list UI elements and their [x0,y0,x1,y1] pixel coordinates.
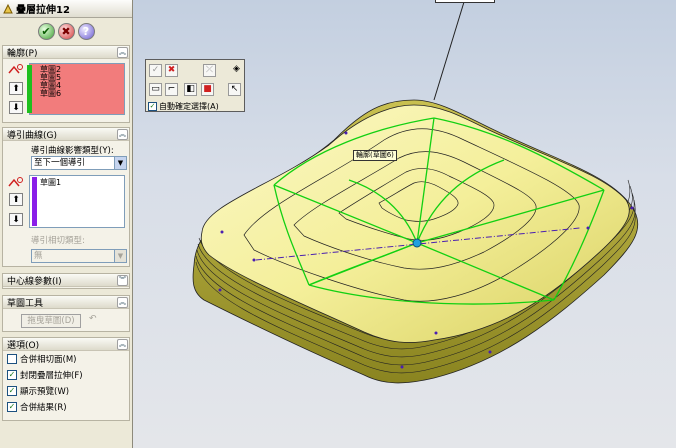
list-item[interactable]: 草圖6 [40,90,61,98]
guide-point[interactable] [412,238,422,248]
loft-feature-icon [3,3,13,13]
guides-header-label: 導引曲線(G) [7,130,57,141]
guide-curves-group-header[interactable]: 導引曲線(G) ︽ [3,128,129,141]
influence-type-label: 導引曲線影響類型(Y): [31,146,114,156]
leader-line [433,1,465,101]
cancel-button[interactable]: ✖ [57,22,75,40]
sketch-tools-header-label: 草圖工具 [7,298,44,309]
collapse-icon[interactable]: ︽ [117,46,128,58]
select-face-icon[interactable]: ■ [201,83,214,96]
move-down-button[interactable]: ⬇ [9,213,23,226]
tangency-type-value: 無 [34,251,43,261]
help-button[interactable]: ? [77,22,95,40]
move-down-button[interactable]: ⬇ [9,101,23,114]
options-group: 選項(O) ︽ 合併相切面(M) ✓ 封閉疊層拉伸(F) ✓ 顯示預覽(W) ✓… [2,337,130,421]
influence-type-value: 至下一個導引 [34,158,86,168]
profile-select-icon [8,64,23,74]
undo-icon[interactable]: ↶ [89,314,97,324]
property-manager: 疊層拉伸12 ✔ ✖ ? 輪廓(P) ︽ ⬆ ⬇ 草圖2 草圖5 草圖4 草圖6… [0,0,133,448]
sketch-tools-group-header[interactable]: 草圖工具 ︽ [3,296,129,309]
select-edge-icon[interactable]: ▭ [149,83,162,96]
collapse-icon[interactable]: ︽ [117,296,128,308]
check-icon[interactable]: ✓ [149,64,162,77]
drag-sketch-button[interactable]: 拖曳草圖(D) [21,314,81,328]
tangency-type-select[interactable]: 無 ▼ [31,249,127,263]
guide-curves-list[interactable]: 草圖1 [29,175,125,228]
collapse-icon[interactable]: ︽ [117,338,128,350]
eraser-icon[interactable]: ◈ [230,64,243,77]
centerline-group: 中心線參數(I) ︾ [2,273,130,289]
chevron-down-icon[interactable]: ▼ [114,157,126,169]
profiles-group-header[interactable]: 輪廓(P) ︽ [3,46,129,59]
checkbox-checked[interactable]: ✓ [7,386,17,396]
influence-type-select[interactable]: 至下一個導引 ▼ [31,156,127,170]
chevron-down-icon[interactable]: ▼ [114,250,126,262]
feature-title-bar: 疊層拉伸12 [0,0,132,18]
pointer-icon[interactable]: ↖ [228,83,241,96]
auto-select-checkbox-row[interactable]: ✓ 自動確定選擇(A) [148,101,219,112]
centerline-header-label: 中心線參數(I) [7,276,62,287]
option-label: 合併結果(R) [20,403,67,413]
option-label: 封閉疊層拉伸(F) [20,371,83,381]
options-header-label: 選項(O) [7,340,40,351]
option-show-preview[interactable]: ✓ 顯示預覽(W) [3,383,129,399]
clear-selection-icon[interactable]: ⤫ [203,64,216,77]
checkbox-checked[interactable]: ✓ [7,370,17,380]
checkbox-checked[interactable]: ✓ [148,102,157,111]
action-buttons: ✔ ✖ ? [0,18,132,44]
centerline-group-header[interactable]: 中心線參數(I) ︾ [3,274,129,287]
selection-toolbar: ✓ ✖ ⤫ ◈ ▭ ⌐ ◧ ■ ↖ ✓ 自動確定選擇(A) [145,59,245,112]
sketch-tools-group: 草圖工具 ︽ 拖曳草圖(D) ↶ [2,295,130,332]
option-merge-tangent[interactable]: 合併相切面(M) [3,351,129,367]
list-item[interactable]: 草圖1 [40,179,61,187]
move-up-button[interactable]: ⬆ [9,82,23,95]
options-group-header[interactable]: 選項(O) ︽ [3,338,129,351]
guide-select-icon [8,177,23,187]
option-merge-result[interactable]: ✓ 合併結果(R) [3,399,129,415]
checkbox[interactable] [7,354,17,364]
tangency-type-label: 導引相切類型: [31,236,85,246]
option-label: 合併相切面(M) [20,355,77,365]
select-open-loop-icon[interactable]: ⌐ [165,83,178,96]
move-up-button[interactable]: ⬆ [9,193,23,206]
ok-button[interactable]: ✔ [37,22,55,40]
select-region-icon[interactable]: ◧ [184,83,197,96]
profiles-header-label: 輪廓(P) [7,48,38,59]
auto-select-label: 自動確定選擇(A) [159,102,219,111]
option-label: 顯示預覽(W) [20,387,70,397]
callout-box [435,0,495,3]
guide-curves-group: 導引曲線(G) ︽ 導引曲線影響類型(Y): 至下一個導引 ▼ ⬆ ⬇ 草圖1 … [2,127,130,267]
expand-icon[interactable]: ︾ [117,274,128,286]
close-icon[interactable]: ✖ [165,64,178,77]
profiles-list[interactable]: 草圖2 草圖5 草圖4 草圖6 [27,63,125,115]
collapse-icon[interactable]: ︽ [117,128,128,140]
checkbox-checked[interactable]: ✓ [7,402,17,412]
profile-callout-tag[interactable]: 輪廓(草圖6) [353,150,397,161]
option-close-loft[interactable]: ✓ 封閉疊層拉伸(F) [3,367,129,383]
feature-title: 疊層拉伸12 [16,5,70,16]
profiles-group: 輪廓(P) ︽ ⬆ ⬇ 草圖2 草圖5 草圖4 草圖6 [2,45,130,123]
guide-color-bar [32,177,37,226]
profile-color-bar [27,65,32,113]
